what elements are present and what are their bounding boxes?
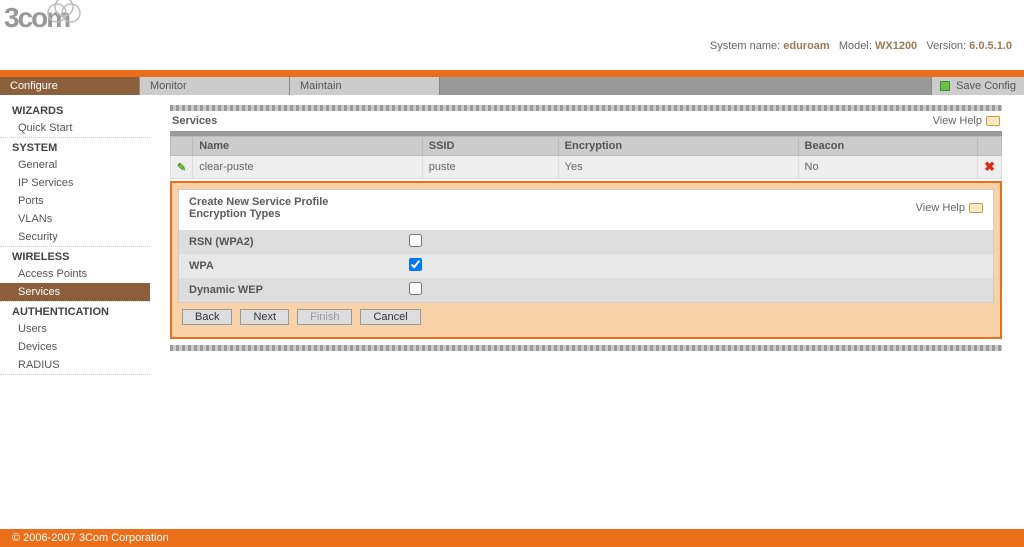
opt-rsn-label: RSN (WPA2) <box>179 230 399 254</box>
opt-wpa-label: WPA <box>179 254 399 278</box>
sidebar-item-quick-start[interactable]: Quick Start <box>0 119 150 138</box>
book-icon <box>969 203 983 213</box>
sidebar-section-auth: AUTHENTICATION <box>0 302 150 320</box>
encryption-options: RSN (WPA2) WPA Dynamic WEP <box>179 230 993 302</box>
cell-ssid: puste <box>422 156 558 179</box>
table-row[interactable]: ✎ clear-puste puste Yes No ✖ <box>171 156 1002 179</box>
sidebar-item-devices[interactable]: Devices <box>0 338 150 356</box>
model-label: Model: <box>839 40 872 52</box>
col-encryption: Encryption <box>558 137 798 156</box>
cancel-button[interactable]: Cancel <box>360 309 420 325</box>
cell-name: clear-puste <box>193 156 423 179</box>
col-ssid: SSID <box>422 137 558 156</box>
sidebar-item-general[interactable]: General <box>0 156 150 174</box>
col-beacon: Beacon <box>798 137 978 156</box>
header: 3com System name: eduroam Model: WX1200 … <box>0 0 1024 70</box>
pencil-icon: ✎ <box>177 162 186 174</box>
view-help-link[interactable]: View Help <box>933 115 1000 127</box>
system-info: System name: eduroam Model: WX1200 Versi… <box>710 40 1012 52</box>
services-table: Name SSID Encryption Beacon ✎ clear-pust… <box>170 136 1002 179</box>
cell-beacon: No <box>798 156 978 179</box>
sys-name-label: System name: <box>710 40 780 52</box>
sidebar-item-security[interactable]: Security <box>0 228 150 247</box>
logo-swirl-icon <box>45 0 95 28</box>
model-value: WX1200 <box>875 40 917 52</box>
top-tabs: Configure Monitor Maintain Save Config <box>0 77 1024 95</box>
version-value: 6.0.5.1.0 <box>969 40 1012 52</box>
sidebar-item-services[interactable]: Services <box>0 283 150 301</box>
book-icon <box>986 116 1000 126</box>
sidebar-item-ip-services[interactable]: IP Services <box>0 174 150 192</box>
wizard-panel: Create New Service Profile Encryption Ty… <box>170 181 1002 339</box>
sidebar-item-radius[interactable]: RADIUS <box>0 356 150 375</box>
sidebar-section-wireless: WIRELESS <box>0 247 150 265</box>
tab-monitor[interactable]: Monitor <box>140 77 290 95</box>
opt-wpa-checkbox[interactable] <box>409 258 422 271</box>
finish-button[interactable]: Finish <box>297 309 352 325</box>
decorative-bar-bottom <box>170 345 1002 351</box>
tab-maintain[interactable]: Maintain <box>290 77 440 95</box>
copyright: © 2006-2007 3Com Corporation <box>12 532 169 544</box>
sys-name-value: eduroam <box>783 40 829 52</box>
sidebar-item-ports[interactable]: Ports <box>0 192 150 210</box>
save-icon <box>940 81 950 91</box>
sidebar-section-system: SYSTEM <box>0 138 150 156</box>
wizard-title: Create New Service Profile Encryption Ty… <box>189 196 328 220</box>
orange-accent-bar <box>0 70 1024 77</box>
opt-dwep-label: Dynamic WEP <box>179 278 399 302</box>
main-content: Services View Help Name SSID Encryption … <box>150 95 1024 529</box>
delete-icon[interactable]: ✖ <box>984 159 995 174</box>
sidebar: WIZARDS Quick Start SYSTEM General IP Se… <box>0 95 150 529</box>
sidebar-item-vlans[interactable]: VLANs <box>0 210 150 228</box>
opt-dwep-checkbox[interactable] <box>409 282 422 295</box>
tab-spacer <box>440 77 932 95</box>
version-label: Version: <box>926 40 966 52</box>
back-button[interactable]: Back <box>182 309 232 325</box>
opt-rsn-checkbox[interactable] <box>409 234 422 247</box>
page-title: Services <box>172 115 217 127</box>
sidebar-item-users[interactable]: Users <box>0 320 150 338</box>
tab-configure[interactable]: Configure <box>0 77 140 95</box>
cell-encryption: Yes <box>558 156 798 179</box>
save-config-button[interactable]: Save Config <box>932 77 1024 95</box>
sidebar-item-access-points[interactable]: Access Points <box>0 265 150 283</box>
sidebar-section-wizards: WIZARDS <box>0 101 150 119</box>
next-button[interactable]: Next <box>240 309 289 325</box>
wizard-view-help-link[interactable]: View Help <box>916 196 983 220</box>
footer: © 2006-2007 3Com Corporation <box>0 529 1024 547</box>
col-name: Name <box>193 137 423 156</box>
